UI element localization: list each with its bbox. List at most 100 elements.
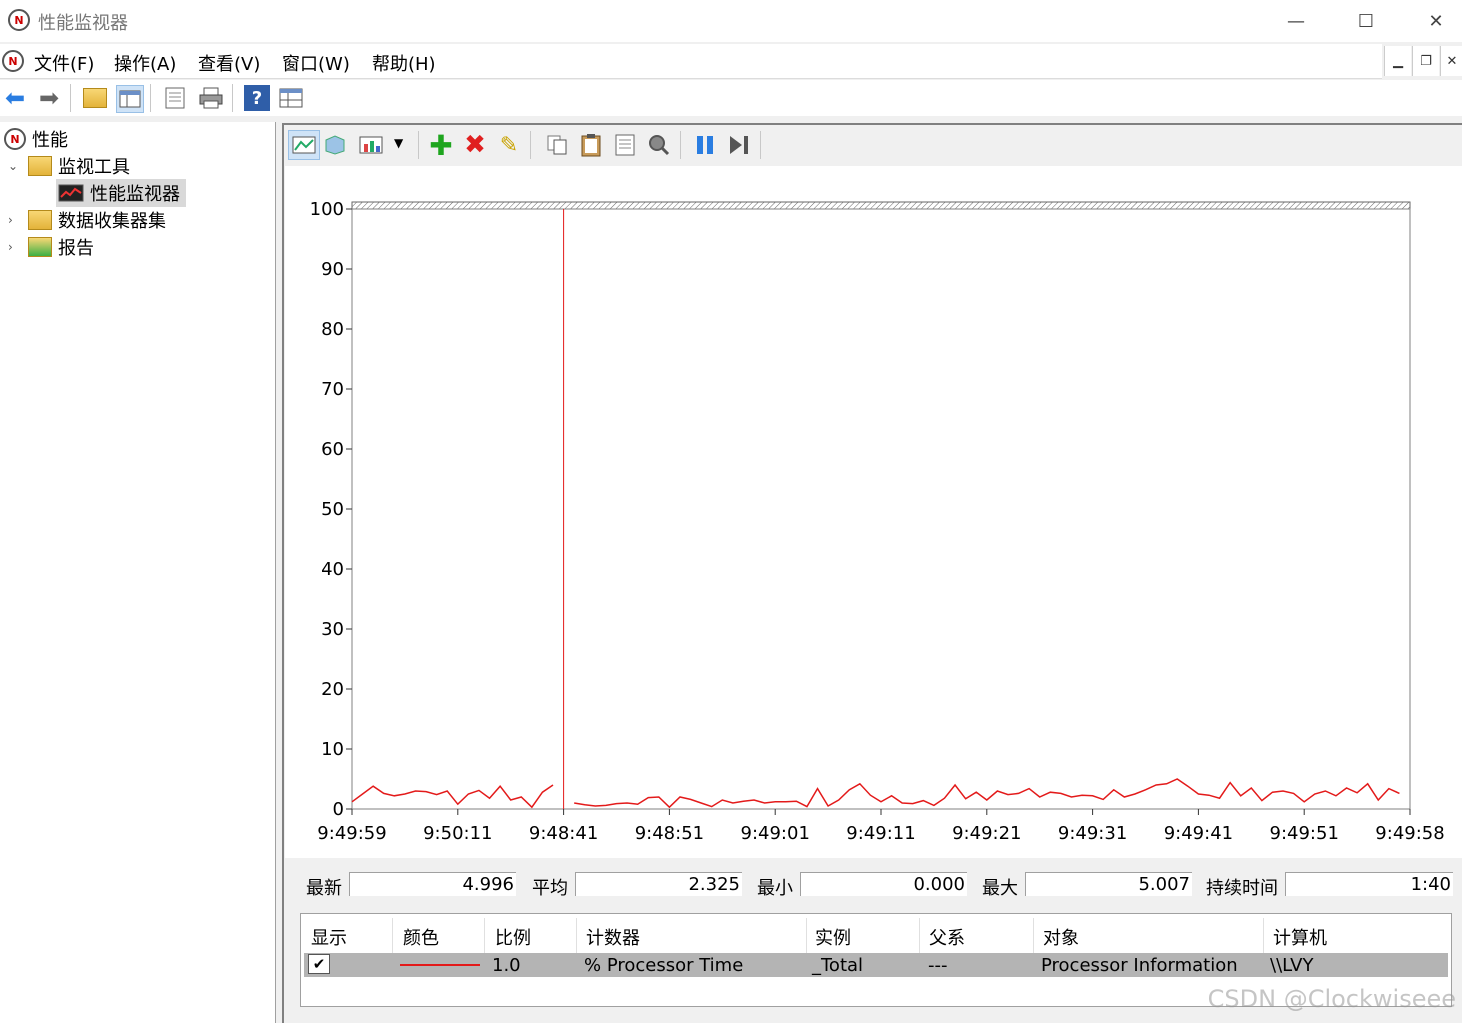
average-field: 2.325 (575, 872, 742, 896)
column-divider[interactable] (484, 918, 485, 954)
maximize-button[interactable]: ☐ (1336, 0, 1396, 42)
maximum-label: 最大 (982, 878, 1018, 899)
help-icon[interactable]: ? (244, 85, 270, 111)
y-tick-label: 90 (321, 259, 344, 280)
column-divider[interactable] (1263, 918, 1264, 954)
mdi-close-icon[interactable]: ✕ (1440, 46, 1462, 76)
menu-action[interactable]: 操作(A) (114, 50, 176, 76)
folder-icon (83, 88, 107, 108)
title-bar: N 性能监视器 — ☐ ✕ (0, 0, 1462, 42)
minimize-button[interactable]: — (1266, 0, 1326, 42)
toolbar-separator (760, 131, 761, 159)
row-computer: \\LVY (1270, 955, 1314, 976)
menu-view[interactable]: 查看(V) (198, 50, 260, 76)
y-tick-label: 100 (310, 199, 344, 220)
column-header-color[interactable]: 颜色 (403, 924, 439, 950)
tree-item-data-collector-sets[interactable]: › 数据收集器集 (8, 207, 166, 233)
highlight-pen-icon[interactable]: ✎ (496, 132, 522, 158)
last-value-label: 最新 (306, 878, 342, 899)
close-button[interactable]: ✕ (1406, 0, 1462, 42)
step-forward-icon (730, 136, 748, 154)
x-tick-label: 9:48:51 (635, 823, 704, 844)
column-header-parent[interactable]: 父系 (929, 924, 965, 950)
print-icon (199, 87, 223, 109)
minimum-label: 最小 (757, 878, 793, 899)
x-tick-label: 9:48:41 (529, 823, 598, 844)
column-header-counter[interactable]: 计数器 (586, 924, 640, 950)
properties-doc-icon (615, 134, 635, 156)
y-tick-label: 80 (321, 319, 344, 340)
data-collector-folder-icon (28, 210, 52, 230)
perf-monitor-app-icon: N (8, 9, 30, 31)
show-checkbox[interactable]: ✔ (308, 954, 330, 974)
paste-counter-list-icon[interactable] (578, 132, 604, 158)
chevron-down-icon[interactable]: ⌄ (8, 159, 22, 173)
performance-icon: N (4, 128, 26, 150)
menu-bar: N 文件(F) 操作(A) 查看(V) 窗口(W) 帮助(H) (0, 44, 1382, 79)
table-row[interactable]: ✔ 1.0 % Processor Time _Total --- Proces… (304, 953, 1448, 977)
mdi-restore-icon[interactable]: ❐ (1412, 46, 1439, 76)
menu-help[interactable]: 帮助(H) (372, 50, 436, 76)
maximum-field: 5.007 (1025, 872, 1192, 896)
change-graph-type-icon[interactable] (288, 130, 320, 160)
chart-top-band (351, 201, 1411, 210)
pause-icon[interactable] (692, 132, 718, 158)
tree-item-performance-monitor[interactable]: 性能监视器 (56, 179, 186, 207)
menu-window[interactable]: 窗口(W) (282, 50, 350, 76)
x-tick-label: 9:50:11 (423, 823, 492, 844)
x-tick-label: 9:49:01 (741, 823, 810, 844)
window-title: 性能监视器 (38, 13, 128, 34)
minimum-field: 0.000 (800, 872, 967, 896)
tree-item-monitor-tools[interactable]: ⌄ 监视工具 (8, 153, 130, 179)
delete-counter-icon[interactable]: ✖ (462, 130, 488, 160)
column-divider[interactable] (576, 918, 577, 954)
clipboard-icon (581, 134, 601, 157)
tree-item-label: 性能 (32, 130, 68, 151)
y-tick-label: 20 (321, 679, 344, 700)
forward-arrow-icon[interactable]: ➡ (36, 84, 62, 112)
export-list-icon[interactable] (162, 85, 188, 111)
column-header-show[interactable]: 显示 (311, 924, 347, 950)
plot-frame (351, 208, 1411, 810)
console-tree: N 性能 ⌄ 监视工具 性能监视器 › 数据收集器集 › 报告 (0, 122, 276, 1023)
column-header-computer[interactable]: 计算机 (1273, 924, 1327, 950)
add-counter-icon[interactable]: ✚ (428, 129, 454, 162)
update-data-icon[interactable] (726, 132, 752, 158)
column-divider[interactable] (392, 918, 393, 954)
up-folder-icon[interactable] (82, 85, 108, 111)
column-header-instance[interactable]: 实例 (815, 924, 851, 950)
y-tick-label: 70 (321, 379, 344, 400)
mdi-minimize-icon[interactable]: ▁ (1384, 46, 1411, 76)
tree-item-reports[interactable]: › 报告 (8, 234, 94, 260)
row-instance: _Total (812, 955, 864, 976)
properties-icon[interactable] (612, 132, 638, 158)
chevron-down-icon[interactable]: ▼ (394, 136, 403, 150)
show-hide-tree-icon[interactable] (116, 85, 144, 113)
column-divider[interactable] (806, 918, 807, 954)
line-chart: 0 10 20 30 40 50 60 70 80 90 100 9:49:59 9:50:11 9:48… (310, 199, 1445, 844)
column-divider[interactable] (919, 918, 920, 954)
line-graph-icon (292, 136, 316, 154)
menu-file[interactable]: 文件(F) (34, 50, 94, 76)
zoom-magnifier-icon[interactable] (646, 132, 672, 158)
column-header-scale[interactable]: 比例 (495, 924, 531, 950)
back-arrow-icon[interactable]: ⬅ (2, 84, 28, 112)
copy-properties-icon[interactable] (544, 132, 570, 158)
average-label: 平均 (532, 878, 568, 899)
chevron-right-icon[interactable]: › (8, 213, 22, 227)
column-divider[interactable] (1033, 918, 1034, 954)
series-color-swatch (400, 964, 480, 966)
toolbar-separator (530, 131, 531, 159)
column-header-object[interactable]: 对象 (1043, 924, 1079, 950)
tree-item-performance[interactable]: N 性能 (4, 126, 68, 152)
printer-icon[interactable] (198, 85, 224, 111)
freeze-display-icon[interactable] (322, 132, 348, 158)
pause-bars-icon (697, 136, 713, 154)
chevron-right-icon[interactable]: › (8, 240, 22, 254)
x-tick-label: 9:49:11 (846, 823, 915, 844)
graph-type-icon[interactable] (358, 132, 384, 158)
list-doc-icon (165, 87, 185, 109)
properties-window-icon[interactable] (278, 85, 304, 111)
duration-field: 1:40 (1285, 872, 1453, 896)
toolbar-separator (232, 84, 233, 112)
